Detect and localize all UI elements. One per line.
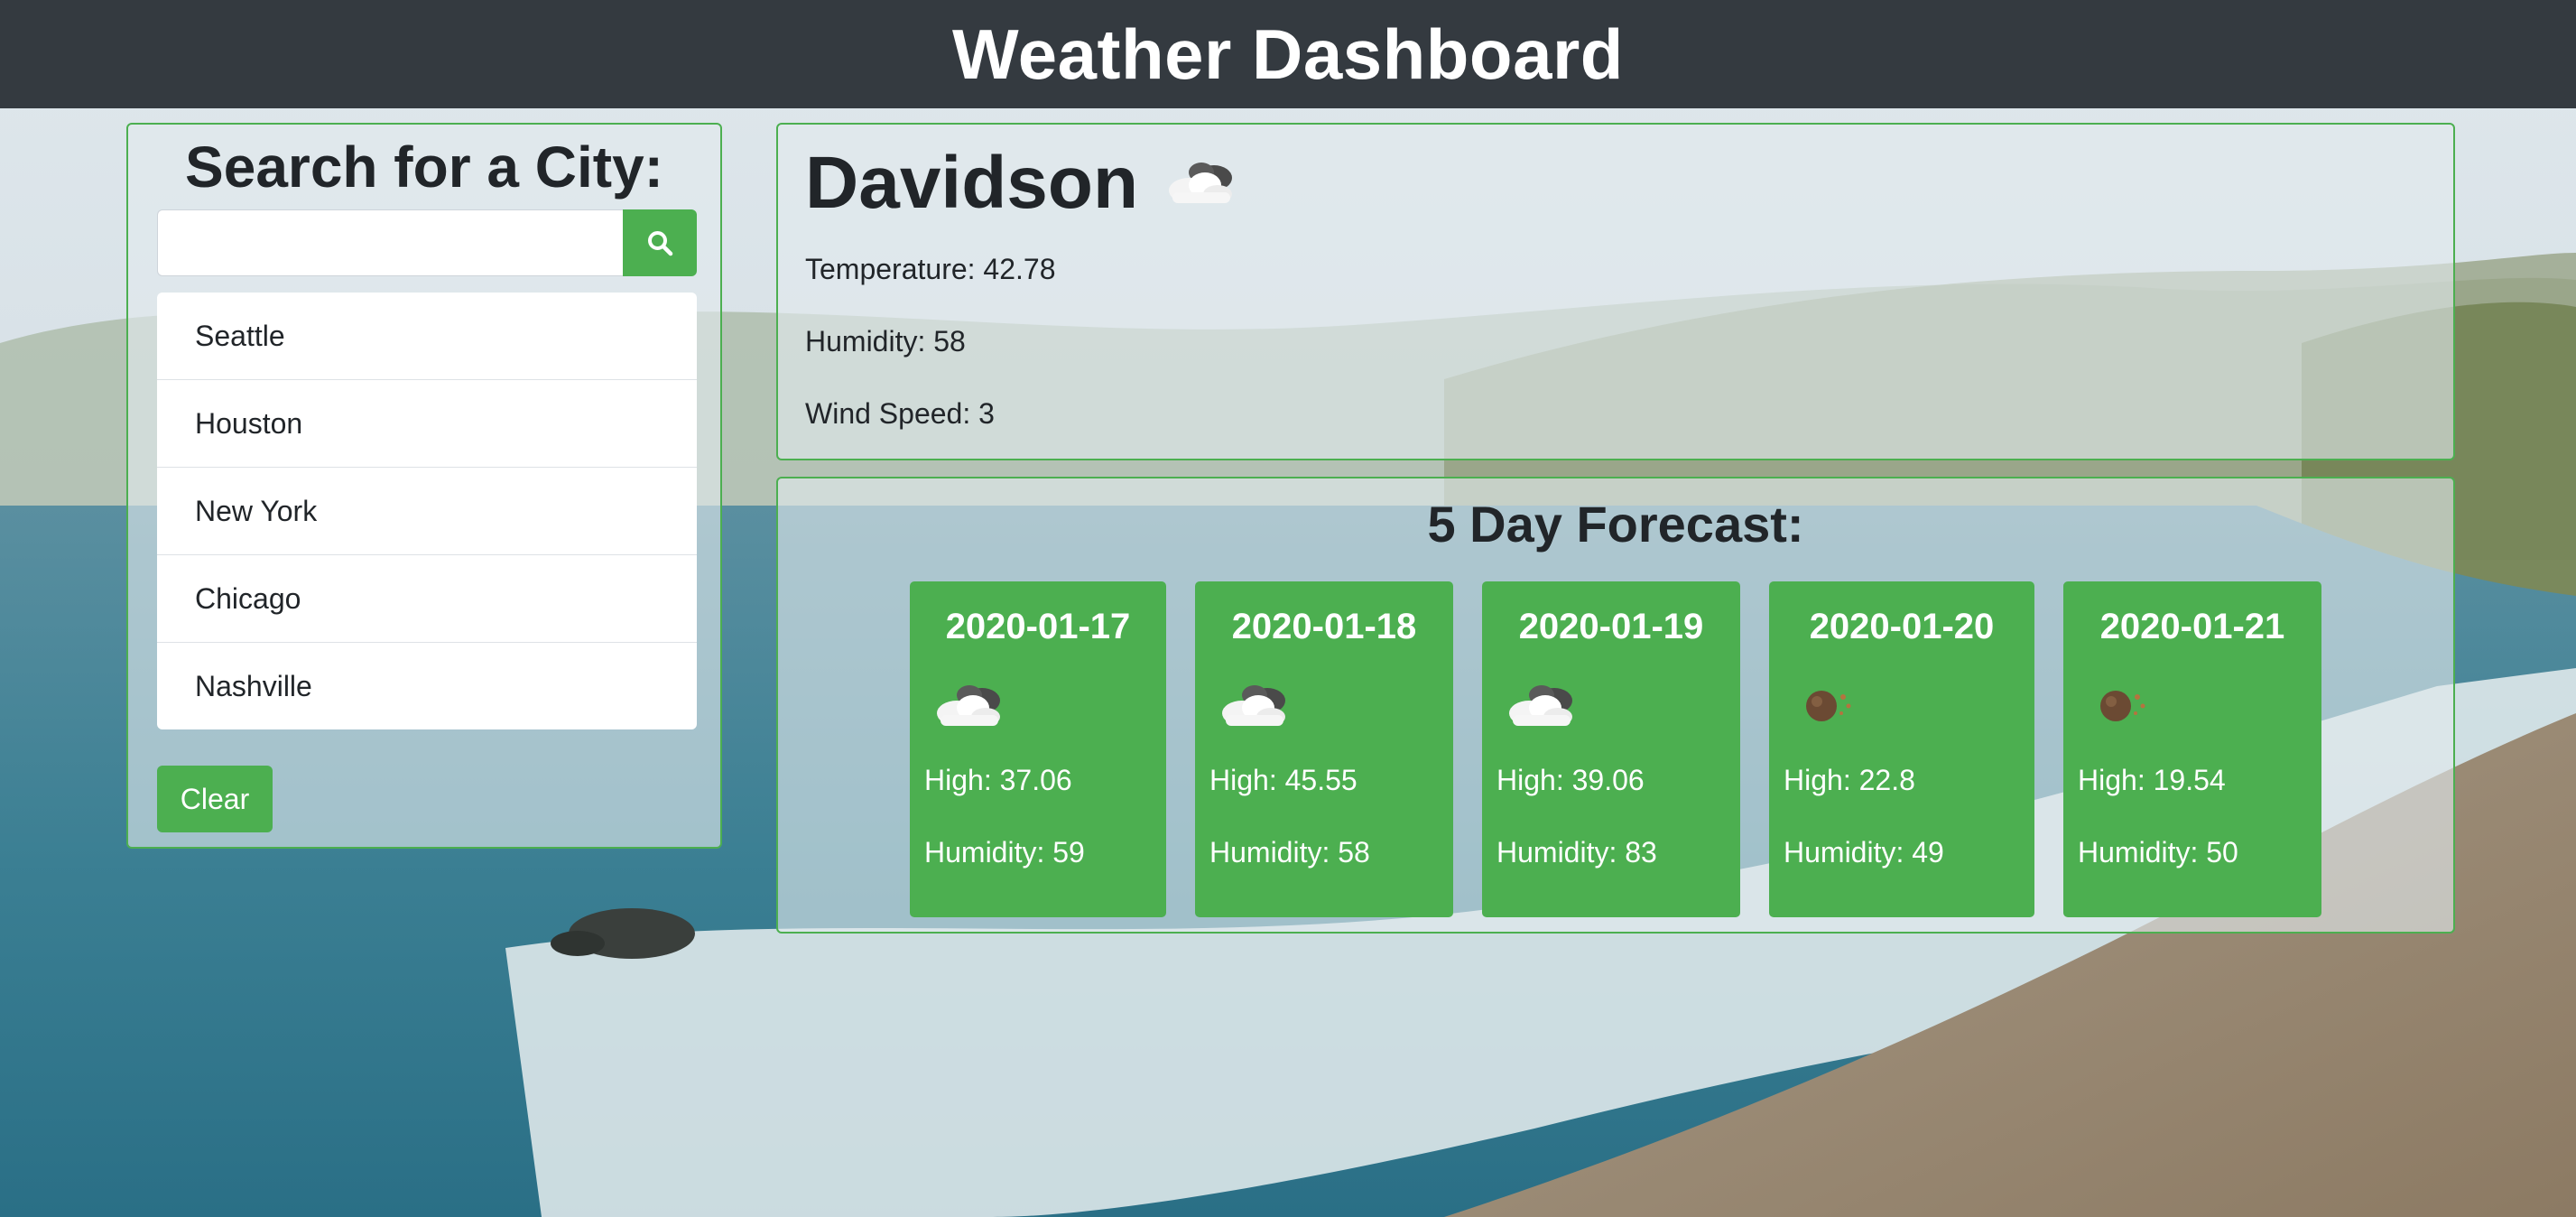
forecast-humidity: Humidity: 59 bbox=[924, 836, 1085, 869]
navbar: Weather Dashboard bbox=[0, 0, 2576, 108]
forecast-high: High: 39.06 bbox=[1496, 764, 1645, 796]
forecast-card: 2020-01-18 High: 45.55 Humidity: 58 bbox=[1195, 581, 1453, 917]
city-search-input[interactable] bbox=[157, 209, 623, 276]
current-weather-panel: Davidson Temperature: 42.78 Humidity: 58… bbox=[776, 123, 2455, 460]
forecast-date: 2020-01-17 bbox=[945, 607, 1131, 646]
forecast-humidity: Humidity: 58 bbox=[1209, 836, 1370, 869]
forecast-card: 2020-01-21 High: 19.54 Humidity: 50 bbox=[2063, 581, 2321, 917]
search-history-list: Seattle Houston New York Chicago Nashvil… bbox=[157, 293, 697, 729]
current-city-name: Davidson bbox=[805, 142, 1139, 224]
cloudy-icon bbox=[937, 685, 1000, 726]
forecast-high: High: 22.8 bbox=[1784, 764, 1915, 796]
list-item[interactable]: Chicago bbox=[157, 555, 697, 643]
forecast-card: 2020-01-19 High: 39.06 Humidity: 83 bbox=[1482, 581, 1740, 917]
forecast-high: High: 19.54 bbox=[2078, 764, 2226, 796]
list-item[interactable]: Seattle bbox=[157, 293, 697, 380]
cloudy-icon bbox=[1222, 685, 1285, 726]
current-humidity: Humidity: 58 bbox=[805, 325, 966, 358]
current-wind-speed: Wind Speed: 3 bbox=[805, 397, 995, 430]
forecast-date: 2020-01-18 bbox=[1231, 607, 1417, 646]
forecast-high: High: 45.55 bbox=[1209, 764, 1357, 796]
search-icon bbox=[648, 231, 673, 256]
list-item[interactable]: Nashville bbox=[157, 643, 697, 729]
forecast-date: 2020-01-19 bbox=[1518, 607, 1704, 646]
forecast-panel: 5 Day Forecast: 2020-01-17 High: 37.06 H… bbox=[776, 477, 2455, 934]
forecast-title: 5 Day Forecast: bbox=[1427, 496, 1804, 553]
forecast-date: 2020-01-20 bbox=[1809, 607, 1995, 646]
meteor-icon bbox=[1806, 691, 1851, 721]
list-item[interactable]: Houston bbox=[157, 380, 697, 468]
forecast-humidity: Humidity: 83 bbox=[1496, 836, 1657, 869]
clear-button[interactable]: Clear bbox=[157, 766, 273, 832]
current-temperature: Temperature: 42.78 bbox=[805, 253, 1056, 285]
cloudy-icon bbox=[1509, 685, 1572, 726]
forecast-card: 2020-01-20 High: 22.8 Humidity: 49 bbox=[1769, 581, 2034, 917]
current-city-heading: Davidson bbox=[805, 141, 1239, 226]
forecast-card: 2020-01-17 High: 37.06 Humidity: 59 bbox=[910, 581, 1166, 917]
cloudy-icon bbox=[1169, 163, 1233, 203]
page-title: Weather Dashboard bbox=[952, 14, 1624, 94]
forecast-humidity: Humidity: 50 bbox=[2078, 836, 2238, 869]
forecast-high: High: 37.06 bbox=[924, 764, 1072, 796]
meteor-icon bbox=[2100, 691, 2145, 721]
search-button[interactable] bbox=[623, 209, 697, 276]
search-panel: Search for a City: Seattle Houston New Y… bbox=[126, 123, 722, 849]
search-title: Search for a City: bbox=[185, 135, 663, 200]
forecast-date: 2020-01-21 bbox=[2099, 607, 2285, 646]
list-item[interactable]: New York bbox=[157, 468, 697, 555]
forecast-humidity: Humidity: 49 bbox=[1784, 836, 1944, 869]
